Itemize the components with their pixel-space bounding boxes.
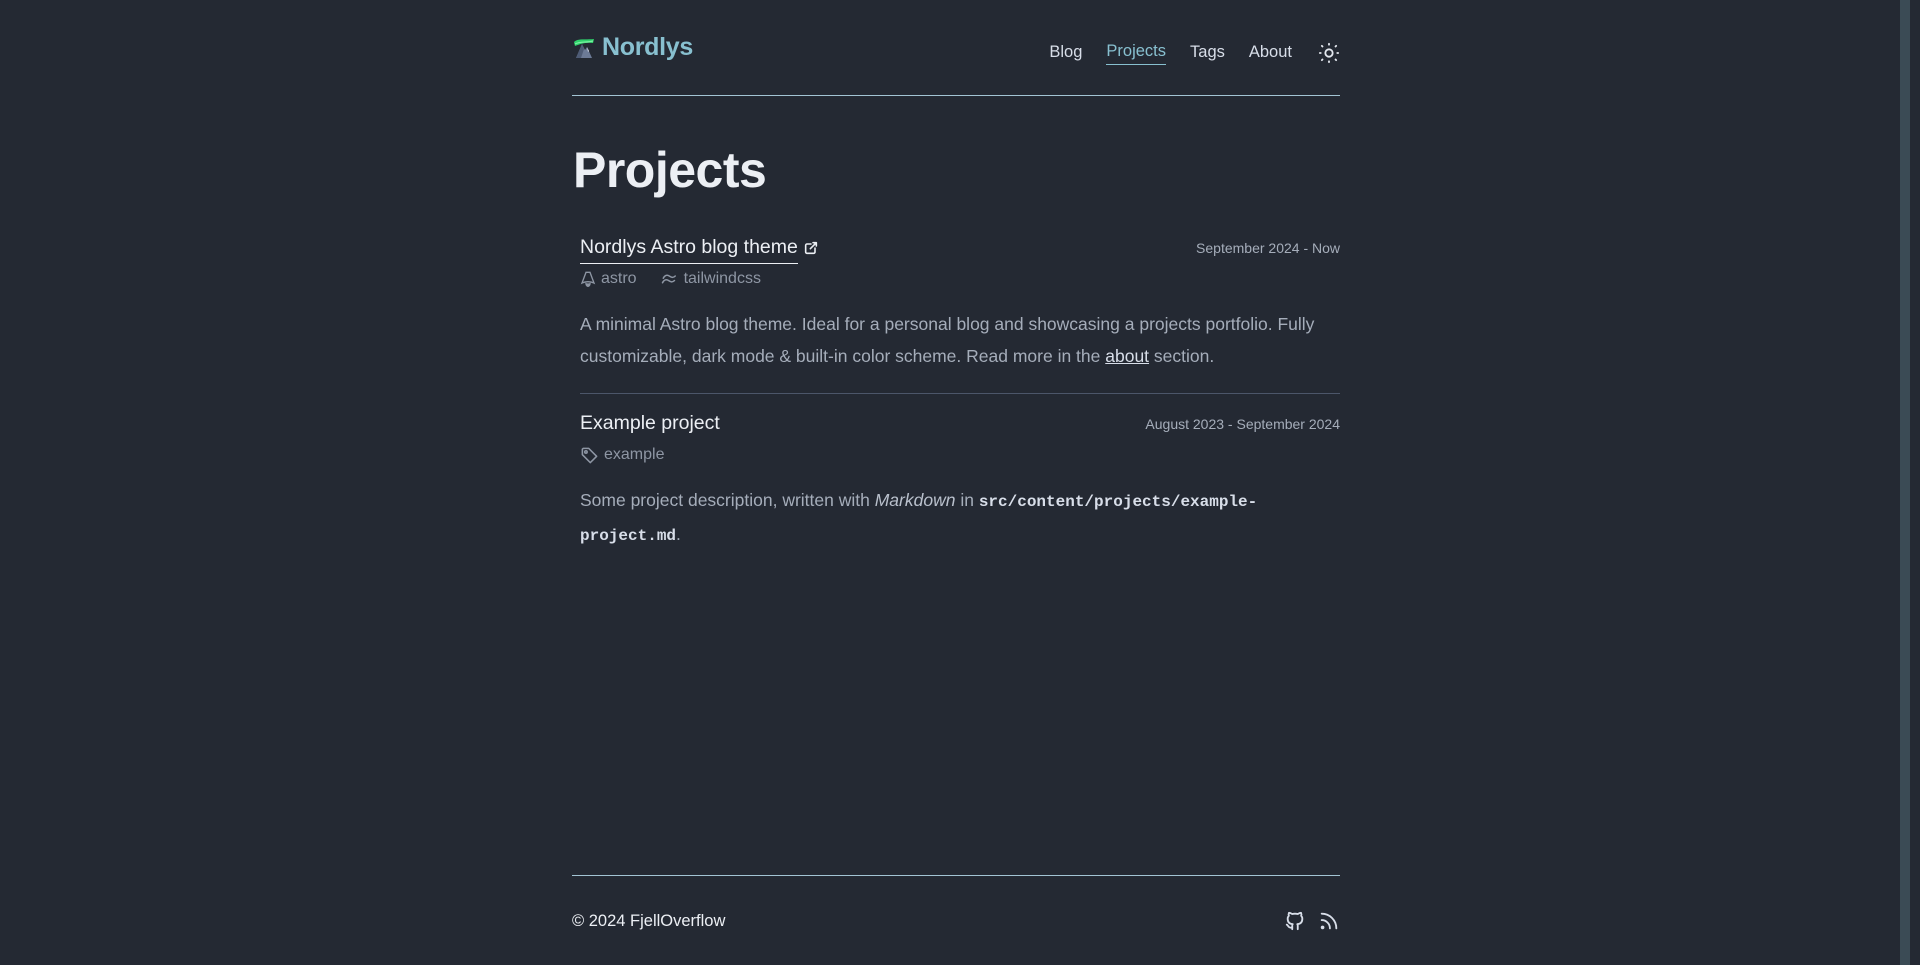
rss-link[interactable]: [1318, 910, 1340, 932]
description-text: Some project description, written with: [580, 490, 875, 510]
project-description: Some project description, written with M…: [580, 484, 1340, 552]
theme-toggle-button[interactable]: [1318, 42, 1340, 64]
project-title-link[interactable]: Nordlys Astro blog theme: [580, 232, 819, 264]
brand-name: Nordlys: [602, 33, 693, 61]
tag-example[interactable]: example: [580, 446, 664, 465]
project-date: September 2024 - Now: [1196, 240, 1340, 256]
project-date: August 2023 - September 2024: [1145, 416, 1340, 432]
project-description: A minimal Astro blog theme. Ideal for a …: [580, 308, 1340, 372]
tag-label: tailwindcss: [683, 270, 761, 287]
nav-projects[interactable]: Projects: [1106, 40, 1167, 65]
rss-icon: [1320, 912, 1338, 930]
main-container: Nordlys Blog Projects Tags About Project…: [572, 0, 1340, 965]
project-header: Example project August 2023 - September …: [580, 408, 1340, 438]
brand-link[interactable]: Nordlys: [572, 33, 693, 62]
page-title: Projects: [573, 142, 767, 198]
tag-label: astro: [601, 270, 637, 287]
about-link[interactable]: about: [1105, 346, 1149, 366]
description-emphasis: Markdown: [874, 490, 956, 510]
main-nav: Blog Projects Tags About: [1025, 40, 1340, 65]
external-link-icon: [804, 241, 817, 255]
project-item: Example project August 2023 - September …: [580, 408, 1340, 552]
nav-blog[interactable]: Blog: [1049, 41, 1082, 65]
tag-icon: [581, 447, 598, 463]
project-item: Nordlys Astro blog theme September 2024 …: [580, 232, 1340, 394]
nav-tags[interactable]: Tags: [1190, 41, 1225, 65]
tailwind-icon: [661, 274, 676, 284]
scrollbar[interactable]: [1900, 0, 1910, 965]
github-icon: [1285, 911, 1304, 931]
description-text: section.: [1149, 346, 1215, 366]
aurora-mountain-logo-icon: [574, 38, 594, 58]
tag-astro[interactable]: astro: [580, 270, 637, 288]
description-text: .: [676, 524, 681, 544]
astro-icon: [580, 271, 596, 288]
project-title-text: Nordlys Astro blog theme: [580, 232, 798, 264]
project-header: Nordlys Astro blog theme September 2024 …: [580, 232, 1340, 264]
project-title: Example project: [580, 412, 720, 434]
project-tags: example: [580, 444, 1340, 466]
sun-icon: [1318, 42, 1340, 63]
github-link[interactable]: [1284, 910, 1306, 932]
tag-tailwindcss[interactable]: tailwindcss: [661, 270, 761, 288]
project-tags: astro tailwindcss: [580, 268, 1340, 290]
page: Nordlys Blog Projects Tags About Project…: [0, 0, 1910, 965]
description-text: in: [955, 490, 979, 510]
nav-about[interactable]: About: [1249, 41, 1292, 65]
site-footer: © 2024 FjellOverflow: [572, 875, 1340, 965]
tag-label: example: [604, 446, 665, 463]
copyright: © 2024 FjellOverflow: [572, 912, 726, 930]
site-header: Nordlys Blog Projects Tags About: [572, 0, 1340, 96]
footer-links: [1284, 910, 1340, 932]
